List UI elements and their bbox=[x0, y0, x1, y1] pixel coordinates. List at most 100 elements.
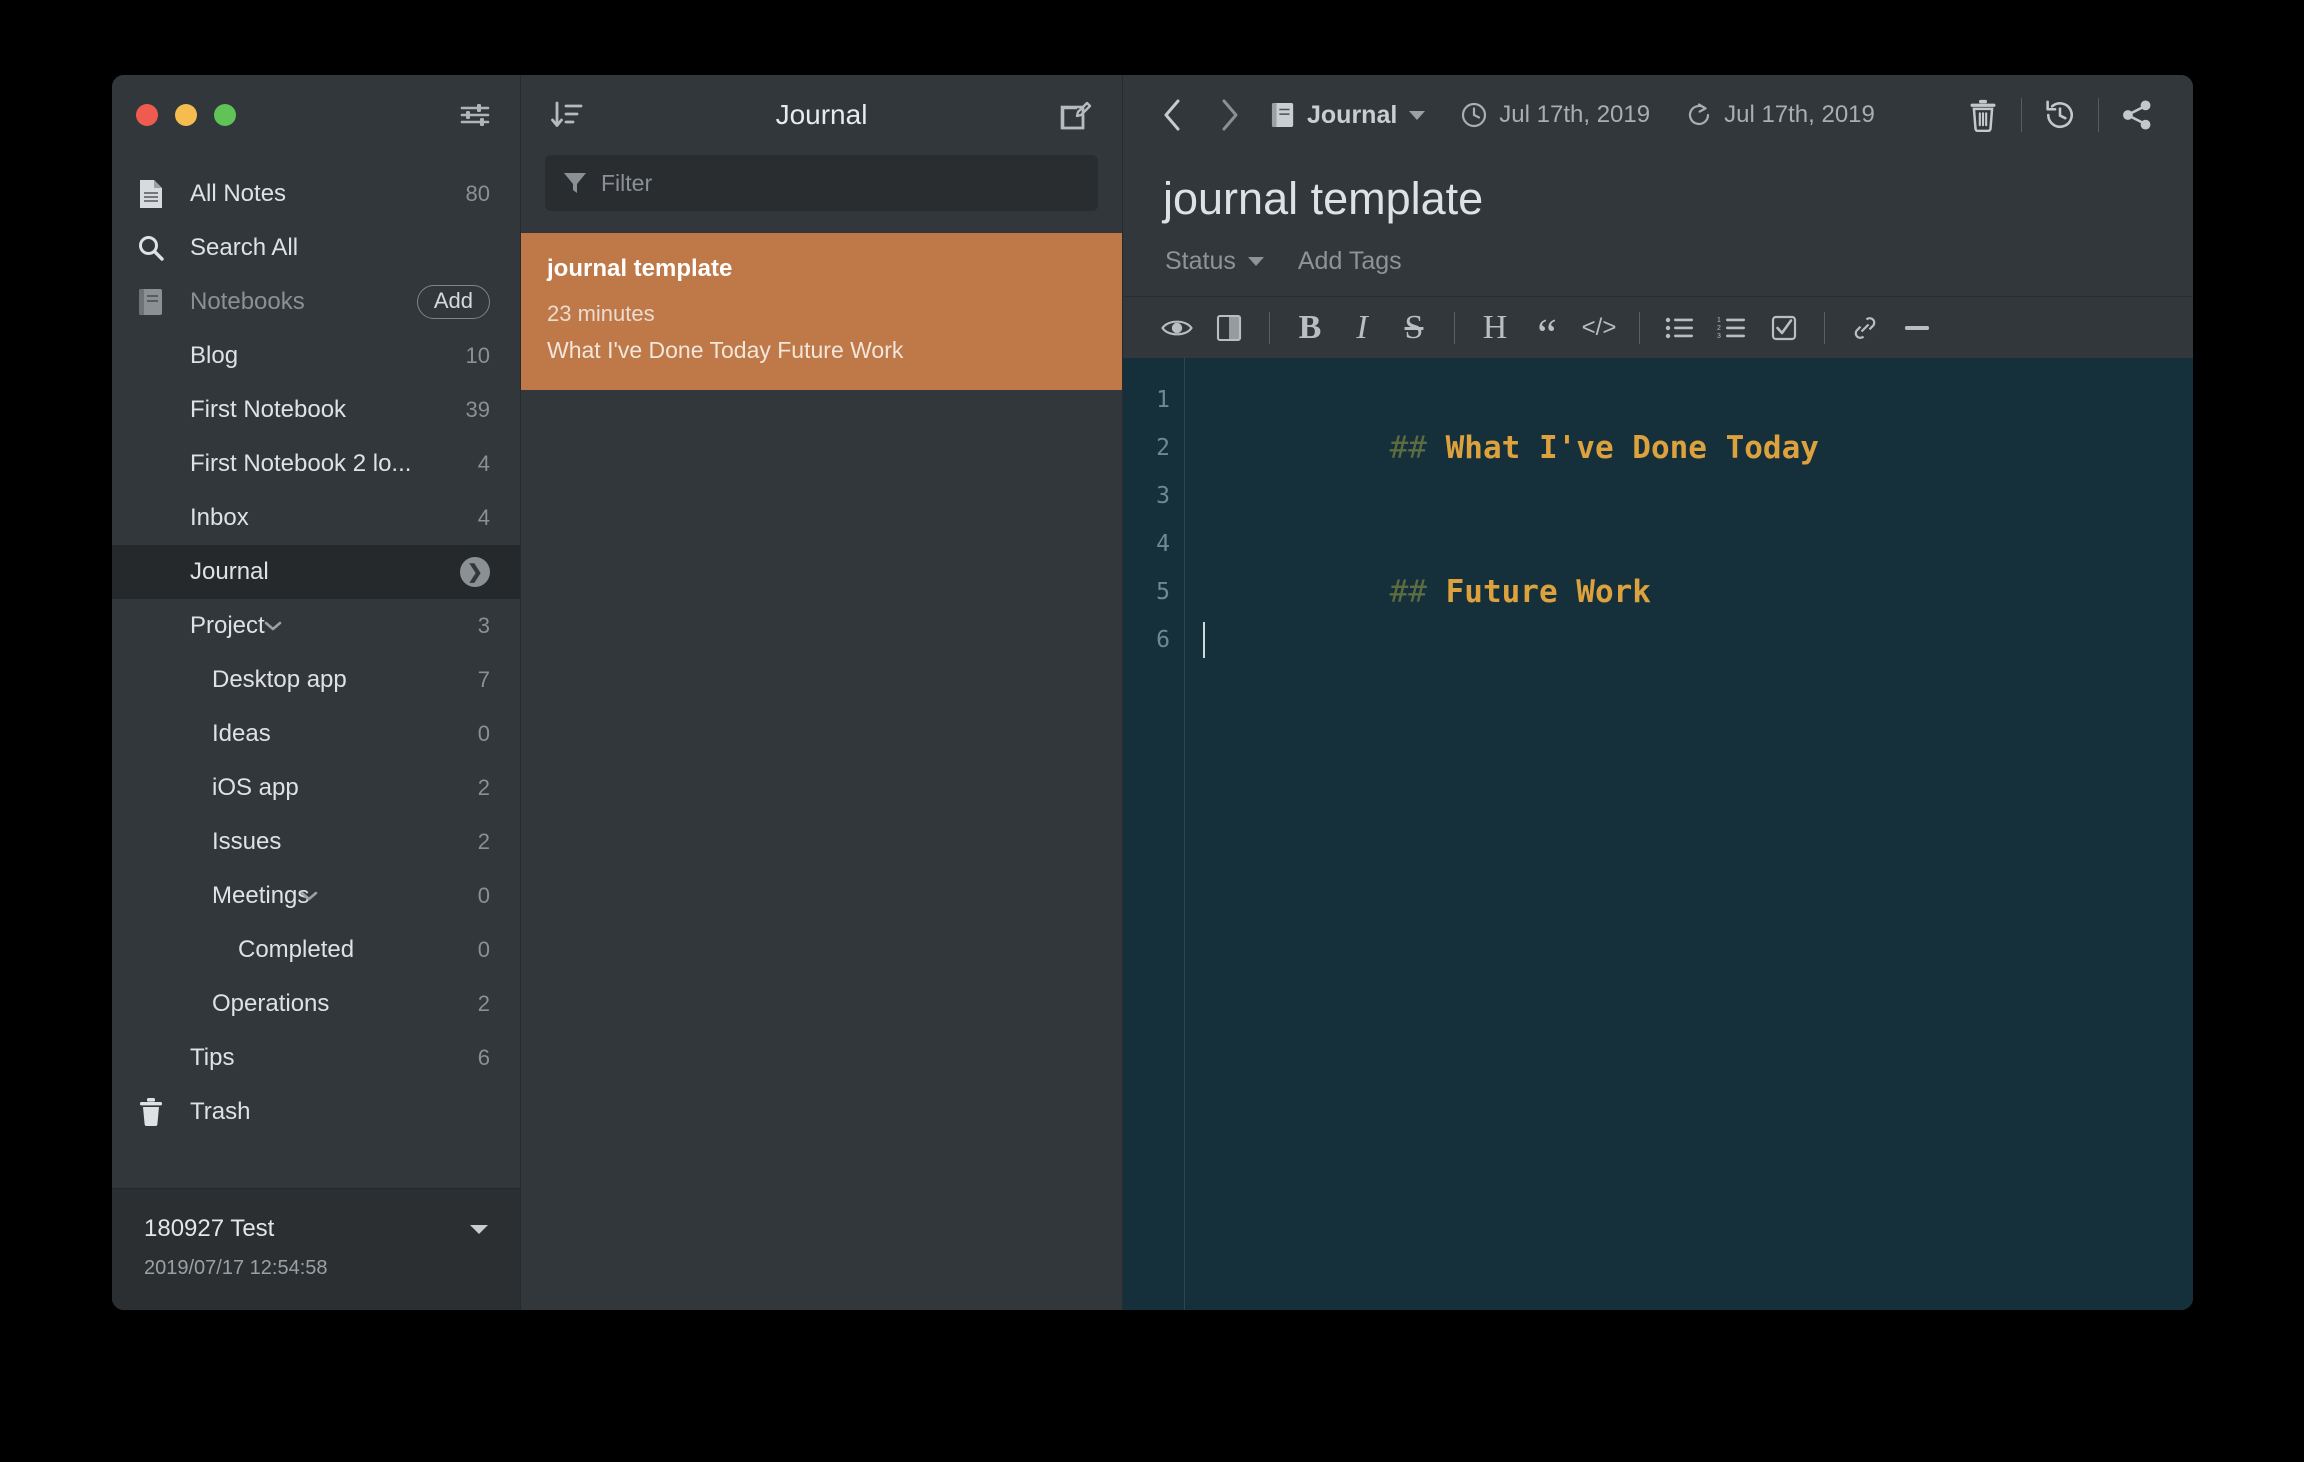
sidebar-item-label: Operations bbox=[212, 990, 330, 1017]
note-meta-row: Status Add Tags bbox=[1123, 225, 2193, 296]
svg-text:1: 1 bbox=[1717, 317, 1721, 324]
chevron-down-icon[interactable] bbox=[1409, 110, 1426, 120]
link-icon[interactable] bbox=[1839, 305, 1891, 351]
created-date-text: Jul 17th, 2019 bbox=[1499, 101, 1651, 128]
code-line: ## What I've Done Today bbox=[1203, 376, 2193, 466]
markdown-hash: ## bbox=[1389, 430, 1446, 466]
sliders-icon[interactable] bbox=[458, 101, 492, 129]
split-view-icon[interactable] bbox=[1203, 305, 1255, 351]
sidebar-item-all-notes[interactable]: All Notes 80 bbox=[112, 167, 520, 221]
storage-panel[interactable]: 180927 Test 2019/07/17 12:54:58 bbox=[112, 1188, 520, 1310]
toolbar-divider bbox=[1269, 311, 1270, 344]
note-list-empty-area bbox=[521, 390, 1122, 1310]
sidebar-item-inbox[interactable]: Inbox 4 bbox=[112, 491, 520, 545]
status-dropdown[interactable]: Status bbox=[1165, 247, 1264, 276]
sidebar-item-count: 6 bbox=[477, 1045, 490, 1070]
add-notebook-button[interactable]: Add bbox=[416, 285, 490, 319]
chevron-left-icon[interactable] bbox=[1145, 92, 1201, 138]
close-window-button[interactable] bbox=[136, 104, 158, 126]
italic-icon[interactable]: I bbox=[1336, 305, 1388, 351]
sidebar-item-search-all[interactable]: Search All bbox=[112, 221, 520, 275]
heading-icon[interactable]: H bbox=[1469, 305, 1521, 351]
maximize-window-button[interactable] bbox=[214, 104, 236, 126]
sidebar-nav: All Notes 80 Search All Notebooks Add Bl… bbox=[112, 155, 520, 1188]
line-number: 4 bbox=[1156, 531, 1170, 557]
trash-icon bbox=[134, 1097, 168, 1127]
sort-descending-icon[interactable] bbox=[547, 97, 587, 133]
note-title[interactable]: journal template bbox=[1123, 155, 2193, 225]
sidebar-item-tips[interactable]: Tips 6 bbox=[112, 1031, 520, 1085]
sidebar-item-label: All Notes bbox=[190, 180, 287, 207]
compose-icon[interactable] bbox=[1056, 97, 1096, 133]
bold-icon[interactable]: B bbox=[1284, 305, 1336, 351]
eye-icon[interactable] bbox=[1151, 305, 1203, 351]
note-filter-box[interactable] bbox=[545, 155, 1098, 211]
toolbar-divider bbox=[2021, 98, 2022, 132]
history-button[interactable] bbox=[2028, 91, 2092, 139]
sidebar-item-label: Project bbox=[190, 612, 265, 639]
sidebar-item-count: 80 bbox=[465, 181, 490, 206]
add-tags-button[interactable]: Add Tags bbox=[1298, 247, 1402, 276]
chevron-down-icon[interactable] bbox=[298, 885, 320, 907]
sidebar-item-label: Search All bbox=[190, 234, 299, 261]
sidebar-item-label: Desktop app bbox=[212, 666, 347, 693]
note-filter-input[interactable] bbox=[601, 169, 1080, 197]
sidebar-section-notebooks[interactable]: Notebooks Add bbox=[112, 275, 520, 329]
markdown-toolbar: B I S H “ </> 1 2 3 bbox=[1123, 296, 2193, 358]
svg-text:3: 3 bbox=[1717, 333, 1721, 340]
editor-updated-date: Jul 17th, 2019 bbox=[1686, 101, 1875, 129]
editor-notebook-selector[interactable]: Journal bbox=[1271, 101, 1426, 130]
editor-created-date: Jul 17th, 2019 bbox=[1461, 101, 1650, 129]
quote-icon[interactable]: “ bbox=[1521, 305, 1573, 356]
share-button[interactable] bbox=[2105, 91, 2169, 139]
delete-note-button[interactable] bbox=[1951, 91, 2015, 139]
code-icon[interactable]: </> bbox=[1573, 305, 1625, 351]
note-list-item[interactable]: journal template 23 minutes What I've Do… bbox=[521, 233, 1122, 390]
chevron-down-icon[interactable] bbox=[468, 1222, 490, 1236]
sidebar-item-completed[interactable]: Completed 0 bbox=[112, 923, 520, 977]
editor-text-content[interactable]: ## What I've Done Today ## Future Work bbox=[1185, 358, 2193, 1310]
bullet-list-icon[interactable] bbox=[1654, 305, 1706, 351]
line-number: 5 bbox=[1156, 579, 1170, 605]
horizontal-rule-icon[interactable] bbox=[1891, 305, 1943, 351]
status-label: Status bbox=[1165, 247, 1236, 275]
sidebar-item-meetings[interactable]: Meetings 0 bbox=[112, 869, 520, 923]
sidebar-item-project[interactable]: Project 3 bbox=[112, 599, 520, 653]
checklist-icon[interactable] bbox=[1758, 305, 1810, 351]
sidebar-item-label: Meetings bbox=[212, 882, 310, 909]
strikethrough-icon[interactable]: S bbox=[1388, 305, 1440, 351]
sidebar-item-label: First Notebook 2 lo... bbox=[190, 450, 412, 477]
editor-actions bbox=[1951, 91, 2169, 139]
sidebar-item-desktop-app[interactable]: Desktop app 7 bbox=[112, 653, 520, 707]
sidebar-item-label: Ideas bbox=[212, 720, 271, 747]
sidebar-item-count: 10 bbox=[465, 343, 490, 368]
refresh-icon bbox=[1686, 102, 1712, 128]
sidebar-item-first-notebook-2[interactable]: First Notebook 2 lo... 4 bbox=[112, 437, 520, 491]
numbered-list-icon[interactable]: 123 bbox=[1706, 305, 1758, 351]
chevron-right-icon[interactable]: ❯ bbox=[460, 557, 490, 587]
sidebar-item-label: iOS app bbox=[212, 774, 299, 801]
chevron-down-icon[interactable] bbox=[262, 615, 284, 637]
sidebar-item-count: 3 bbox=[477, 613, 490, 638]
sidebar-item-first-notebook[interactable]: First Notebook 39 bbox=[112, 383, 520, 437]
sidebar-item-journal[interactable]: Journal ❯ bbox=[112, 545, 520, 599]
sidebar-item-issues[interactable]: Issues 2 bbox=[112, 815, 520, 869]
sidebar-item-ios-app[interactable]: iOS app 2 bbox=[112, 761, 520, 815]
minimize-window-button[interactable] bbox=[175, 104, 197, 126]
markdown-editor[interactable]: 1 2 3 4 5 6 ## What I've Done Today ## F… bbox=[1123, 358, 2193, 1310]
updated-date-text: Jul 17th, 2019 bbox=[1724, 101, 1875, 128]
line-number: 6 bbox=[1156, 627, 1170, 653]
sidebar-item-ideas[interactable]: Ideas 0 bbox=[112, 707, 520, 761]
editor-toolbar: Journal Jul 17th, 2019 Jul 17th, 2019 bbox=[1123, 75, 2193, 155]
code-line: ## Future Work bbox=[1203, 520, 2193, 610]
search-icon bbox=[134, 234, 168, 262]
sidebar-item-label: Completed bbox=[238, 936, 355, 963]
sidebar-item-blog[interactable]: Blog 10 bbox=[112, 329, 520, 383]
sidebar-item-operations[interactable]: Operations 2 bbox=[112, 977, 520, 1031]
toolbar-divider bbox=[1824, 311, 1825, 344]
sidebar-item-trash[interactable]: Trash bbox=[112, 1085, 520, 1139]
sidebar-item-label: Inbox bbox=[190, 504, 249, 531]
sidebar-item-count: 0 bbox=[477, 721, 490, 746]
chevron-right-icon[interactable] bbox=[1201, 92, 1257, 138]
sidebar-item-count: 2 bbox=[477, 991, 490, 1016]
